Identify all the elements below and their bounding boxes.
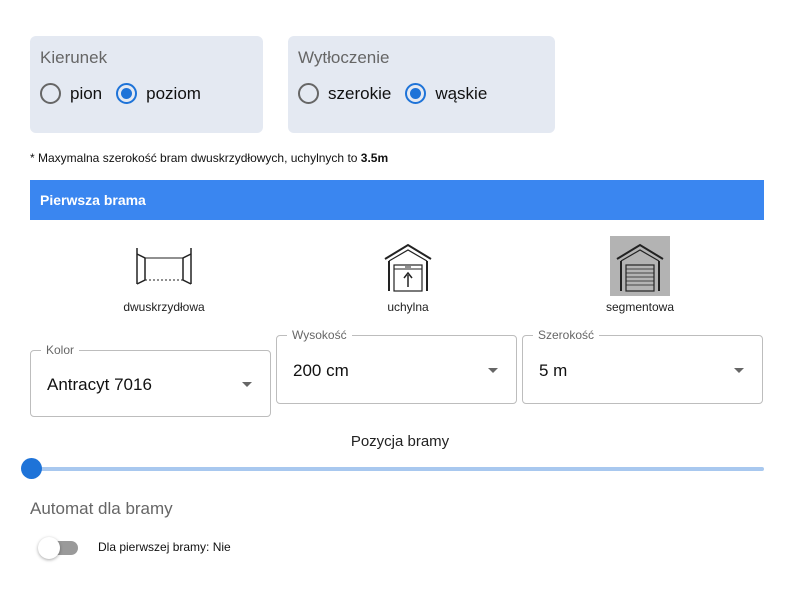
color-select-legend: Kolor bbox=[41, 343, 80, 357]
gate-type-sectional[interactable]: segmentowa bbox=[560, 236, 720, 314]
max-width-note-value: 3.5m bbox=[360, 151, 389, 165]
section-header: Pierwsza brama bbox=[30, 180, 764, 220]
automation-toggle-thumb[interactable] bbox=[38, 537, 60, 559]
gate-type-sectional-label: segmentowa bbox=[605, 300, 675, 314]
chevron-down-icon[interactable] bbox=[734, 368, 744, 373]
automation-toggle-label: Dla pierwszej bramy: Nie bbox=[98, 540, 231, 554]
direction-option-vertical[interactable]: pion bbox=[40, 83, 102, 104]
position-slider-track[interactable] bbox=[30, 467, 764, 471]
embossing-group: Wytłoczenie szerokie wąskie bbox=[288, 36, 555, 133]
radio-unchecked-icon[interactable] bbox=[40, 83, 61, 104]
direction-title: Kierunek bbox=[40, 48, 108, 67]
direction-option-horizontal-label: poziom bbox=[146, 83, 201, 103]
color-select[interactable]: Kolor Antracyt 7016 bbox=[30, 343, 271, 417]
embossing-title: Wytłoczenie bbox=[298, 48, 390, 67]
direction-option-vertical-label: pion bbox=[70, 83, 103, 103]
embossing-option-wide-label: szerokie bbox=[328, 83, 392, 103]
chevron-down-icon[interactable] bbox=[242, 382, 252, 387]
sectional-gate-icon[interactable] bbox=[610, 236, 670, 296]
embossing-option-narrow-label: wąskie bbox=[435, 83, 488, 103]
color-select-value: Antracyt 7016 bbox=[47, 375, 152, 394]
radio-unchecked-icon[interactable] bbox=[298, 83, 319, 104]
height-select[interactable]: Wysokość 200 cm bbox=[276, 328, 517, 404]
width-select-legend: Szerokość bbox=[533, 328, 600, 342]
automation-title: Automat dla bramy bbox=[30, 499, 173, 518]
radio-checked-icon[interactable] bbox=[405, 83, 427, 104]
gate-type-double-wing[interactable]: dwuskrzydłowa bbox=[84, 236, 244, 314]
gate-type-tilt[interactable]: uchylna bbox=[328, 236, 488, 314]
double-wing-gate-icon[interactable] bbox=[134, 236, 194, 296]
height-select-value: 200 cm bbox=[293, 361, 349, 380]
embossing-option-narrow[interactable]: wąskie bbox=[405, 83, 487, 104]
width-select-value: 5 m bbox=[539, 361, 568, 380]
embossing-option-wide[interactable]: szerokie bbox=[298, 83, 391, 104]
tilt-gate-icon[interactable] bbox=[378, 236, 438, 296]
gate-type-double-wing-label: dwuskrzydłowa bbox=[123, 300, 205, 314]
gate-type-tilt-label: uchylna bbox=[387, 300, 429, 314]
radio-checked-icon[interactable] bbox=[116, 83, 138, 104]
max-width-note: * Maxymalna szerokość bram dwuskrzydłowy… bbox=[30, 151, 388, 165]
direction-option-horizontal[interactable]: poziom bbox=[116, 83, 201, 104]
position-slider-title: Pozycja bramy bbox=[350, 433, 450, 450]
height-select-legend: Wysokość bbox=[287, 328, 352, 342]
max-width-note-text: * Maxymalna szerokość bram dwuskrzydłowy… bbox=[30, 151, 361, 165]
direction-group: Kierunek pion poziom bbox=[30, 36, 263, 133]
chevron-down-icon[interactable] bbox=[488, 368, 498, 373]
position-slider-thumb[interactable] bbox=[21, 458, 42, 479]
width-select[interactable]: Szerokość 5 m bbox=[522, 328, 763, 404]
